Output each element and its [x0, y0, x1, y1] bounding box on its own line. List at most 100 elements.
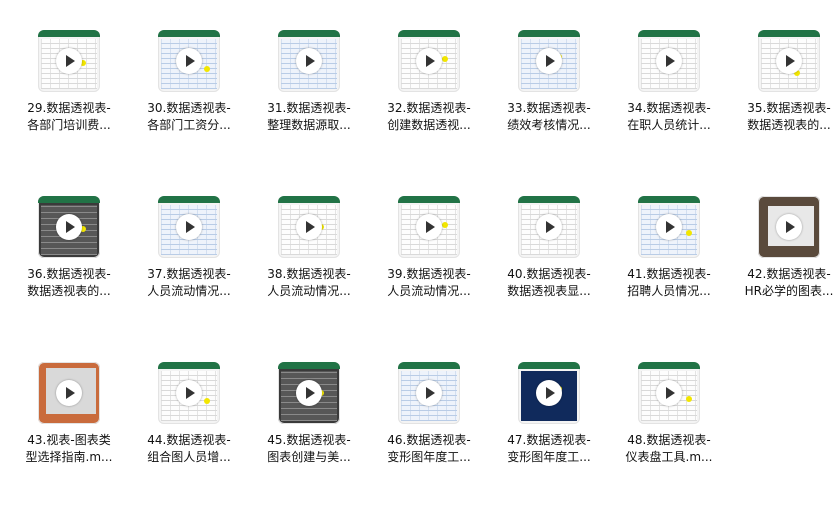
- video-thumbnail[interactable]: [38, 362, 100, 424]
- file-name: 48.数据透视表- 仪表盘工具.m...: [609, 432, 729, 466]
- file-name: 43.视表-图表类 型选择指南.m...: [9, 432, 129, 466]
- play-icon[interactable]: [296, 380, 322, 406]
- video-thumbnail[interactable]: [398, 362, 460, 424]
- file-name: 36.数据透视表- 数据透视表的...: [9, 266, 129, 300]
- play-icon[interactable]: [416, 380, 442, 406]
- play-icon[interactable]: [776, 214, 802, 240]
- video-file-item[interactable]: 36.数据透视表- 数据透视表的...: [9, 196, 129, 346]
- file-name-line1: 41.数据透视表-: [627, 267, 711, 281]
- cursor-highlight-dot: [204, 66, 210, 72]
- play-icon[interactable]: [176, 48, 202, 74]
- video-file-item[interactable]: 46.数据透视表- 变形图年度工...: [369, 362, 489, 512]
- file-name-line1: 38.数据透视表-: [267, 267, 351, 281]
- video-thumbnail[interactable]: [278, 196, 340, 258]
- video-file-item[interactable]: 30.数据透视表- 各部门工资分...: [129, 30, 249, 180]
- excel-ribbon: [398, 196, 460, 203]
- play-icon[interactable]: [656, 380, 682, 406]
- file-name-line2: 数据透视表显...: [507, 284, 591, 298]
- file-name-line1: 32.数据透视表-: [387, 101, 471, 115]
- video-file-item[interactable]: 45.数据透视表- 图表创建与美...: [249, 362, 369, 512]
- video-thumbnail[interactable]: [518, 362, 580, 424]
- play-icon[interactable]: [656, 214, 682, 240]
- play-icon[interactable]: [536, 48, 562, 74]
- excel-ribbon: [38, 30, 100, 37]
- play-icon[interactable]: [56, 380, 82, 406]
- video-thumbnail[interactable]: [38, 30, 100, 92]
- play-icon[interactable]: [56, 48, 82, 74]
- play-icon[interactable]: [416, 214, 442, 240]
- file-name-line1: 47.数据透视表-: [507, 433, 591, 447]
- video-thumbnail[interactable]: [638, 30, 700, 92]
- file-name-line2: 招聘人员情况...: [627, 284, 711, 298]
- excel-ribbon: [398, 362, 460, 369]
- excel-ribbon: [278, 196, 340, 203]
- file-name-line2: 绩效考核情况...: [507, 118, 591, 132]
- video-file-item[interactable]: 48.数据透视表- 仪表盘工具.m...: [609, 362, 729, 512]
- file-name-line2: 型选择指南.m...: [25, 450, 113, 464]
- video-thumbnail[interactable]: [758, 30, 820, 92]
- file-name: 44.数据透视表- 组合图人员增...: [129, 432, 249, 466]
- video-file-item[interactable]: 41.数据透视表- 招聘人员情况...: [609, 196, 729, 346]
- video-file-item[interactable]: 32.数据透视表- 创建数据透视...: [369, 30, 489, 180]
- video-thumbnail[interactable]: [278, 362, 340, 424]
- play-icon[interactable]: [296, 214, 322, 240]
- play-icon[interactable]: [176, 214, 202, 240]
- video-file-item[interactable]: 47.数据透视表- 变形图年度工...: [489, 362, 609, 512]
- video-file-item[interactable]: 29.数据透视表- 各部门培训费...: [9, 30, 129, 180]
- excel-ribbon: [758, 30, 820, 37]
- video-file-item[interactable]: 33.数据透视表- 绩效考核情况...: [489, 30, 609, 180]
- file-name-line1: 36.数据透视表-: [27, 267, 111, 281]
- file-name-line2: 创建数据透视...: [387, 118, 471, 132]
- video-thumbnail[interactable]: [158, 196, 220, 258]
- file-name: 45.数据透视表- 图表创建与美...: [249, 432, 369, 466]
- file-name-line2: 数据透视表的...: [27, 284, 111, 298]
- file-name-line1: 37.数据透视表-: [147, 267, 231, 281]
- file-name: 32.数据透视表- 创建数据透视...: [369, 100, 489, 134]
- file-name: 46.数据透视表- 变形图年度工...: [369, 432, 489, 466]
- video-thumbnail[interactable]: [158, 30, 220, 92]
- video-thumbnail[interactable]: [398, 30, 460, 92]
- cursor-highlight-dot: [686, 230, 692, 236]
- excel-ribbon: [278, 30, 340, 37]
- file-name-line1: 31.数据透视表-: [267, 101, 351, 115]
- play-icon[interactable]: [536, 214, 562, 240]
- play-icon[interactable]: [536, 380, 562, 406]
- cursor-highlight-dot: [442, 56, 448, 62]
- video-thumbnail[interactable]: [398, 196, 460, 258]
- file-name: 35.数据透视表- 数据透视表的...: [729, 100, 837, 134]
- video-file-item[interactable]: 34.数据透视表- 在职人员统计...: [609, 30, 729, 180]
- video-thumbnail[interactable]: [638, 196, 700, 258]
- play-icon[interactable]: [176, 380, 202, 406]
- video-thumbnail[interactable]: [278, 30, 340, 92]
- video-file-item[interactable]: 31.数据透视表- 整理数据源取...: [249, 30, 369, 180]
- video-thumbnail[interactable]: [758, 196, 820, 258]
- play-icon[interactable]: [416, 48, 442, 74]
- excel-ribbon: [158, 196, 220, 203]
- play-icon[interactable]: [296, 48, 322, 74]
- video-file-item[interactable]: 39.数据透视表- 人员流动情况...: [369, 196, 489, 346]
- video-file-item[interactable]: 38.数据透视表- 人员流动情况...: [249, 196, 369, 346]
- video-file-item[interactable]: 44.数据透视表- 组合图人员增...: [129, 362, 249, 512]
- video-thumbnail[interactable]: [518, 30, 580, 92]
- play-icon[interactable]: [56, 214, 82, 240]
- video-thumbnail[interactable]: [638, 362, 700, 424]
- play-icon[interactable]: [776, 48, 802, 74]
- file-name-line1: 35.数据透视表-: [747, 101, 831, 115]
- play-icon[interactable]: [656, 48, 682, 74]
- video-file-item[interactable]: 42.数据透视表- HR必学的图表...: [729, 196, 837, 346]
- file-name: 47.数据透视表- 变形图年度工...: [489, 432, 609, 466]
- video-thumbnail[interactable]: [158, 362, 220, 424]
- file-name: 29.数据透视表- 各部门培训费...: [9, 100, 129, 134]
- file-name-line2: 人员流动情况...: [147, 284, 231, 298]
- file-name-line1: 33.数据透视表-: [507, 101, 591, 115]
- video-file-item[interactable]: 35.数据透视表- 数据透视表的...: [729, 30, 837, 180]
- file-name-line2: 数据透视表的...: [747, 118, 831, 132]
- file-name-line2: 仪表盘工具.m...: [625, 450, 713, 464]
- file-name-line2: 各部门工资分...: [147, 118, 231, 132]
- video-file-item[interactable]: 40.数据透视表- 数据透视表显...: [489, 196, 609, 346]
- video-file-item[interactable]: 37.数据透视表- 人员流动情况...: [129, 196, 249, 346]
- excel-ribbon: [518, 30, 580, 37]
- video-thumbnail[interactable]: [38, 196, 100, 258]
- video-file-item[interactable]: 43.视表-图表类 型选择指南.m...: [9, 362, 129, 512]
- video-thumbnail[interactable]: [518, 196, 580, 258]
